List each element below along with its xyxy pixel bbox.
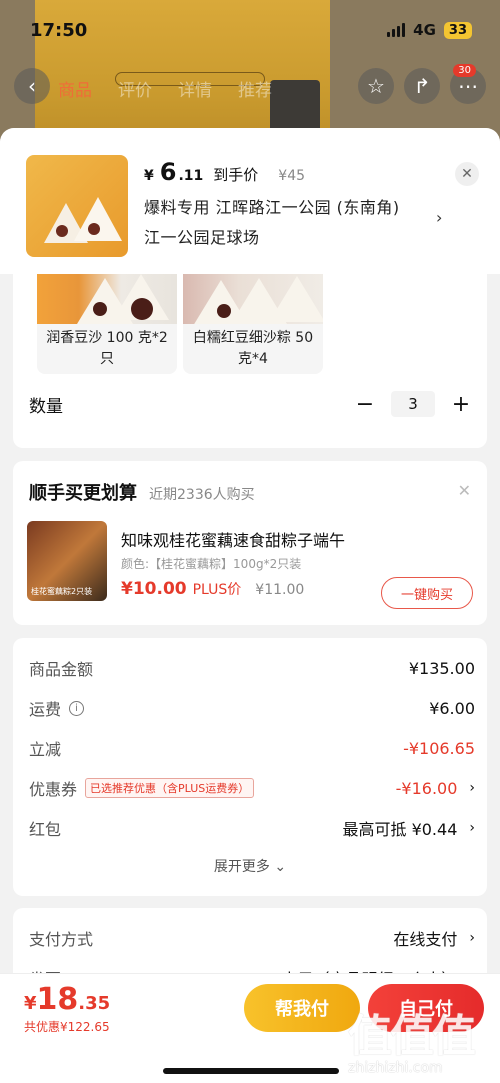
tab-recommend[interactable]: 推荐 [238, 76, 272, 101]
watermark-logo: 值值值 [348, 1011, 476, 1062]
upsell-price: ¥10.00 [121, 579, 187, 599]
quantity-row: 数量 − 3 + [29, 386, 471, 422]
upsell-thumbnail[interactable]: 桂花蜜藕粽2只装 [27, 521, 107, 601]
upsell-header: 顺手买更划算 近期2336人购买 [29, 479, 255, 505]
spec-card: 润香豆沙 100 克*2只 白糯红豆细沙粽 50 克*4 数量 − 3 + [13, 248, 487, 448]
coupon-value: -¥16.00 [395, 778, 458, 798]
home-indicator [163, 1068, 339, 1074]
battery-icon: 33 [443, 21, 472, 39]
redpacket-label: 红包 [29, 820, 62, 839]
total-savings: 共优惠¥122.65 [24, 1020, 110, 1034]
chevron-right-icon[interactable]: › [436, 208, 442, 227]
price-symbol: ¥ [144, 168, 154, 184]
close-icon[interactable]: ✕ [455, 162, 479, 186]
status-time: 17:50 [30, 19, 88, 41]
price-integer: 6 [159, 158, 177, 186]
expand-more-label: 展开更多 [213, 859, 270, 875]
one-click-buy-button[interactable]: 一键购买 [381, 577, 473, 609]
network-type: 4G [413, 21, 436, 39]
signal-icon [387, 23, 406, 37]
decrease-button[interactable]: − [355, 392, 375, 417]
payment-method-label: 支付方式 [29, 930, 94, 949]
more-badge: 30 [453, 64, 476, 77]
watermark-url: zhizhizhi.com [348, 1060, 443, 1076]
redpacket-row[interactable]: 红包 最高可抵 ¥0.44 › [29, 816, 475, 840]
goods-amount-value: ¥135.00 [408, 658, 475, 678]
discount-value: -¥106.65 [403, 738, 475, 758]
close-icon[interactable]: ✕ [458, 481, 471, 500]
upsell-card: 顺手买更划算 近期2336人购买 ✕ 桂花蜜藕粽2只装 知味观桂花蜜藕速食甜粽子… [13, 461, 487, 625]
total-price-integer: 18 [36, 982, 79, 1017]
info-icon[interactable]: i [69, 700, 85, 716]
shipping-row: 运费 i ¥6.00 [29, 696, 475, 720]
share-icon[interactable]: ↱ [404, 68, 440, 104]
product-thumbnail [26, 155, 128, 257]
coupon-label-group: 优惠券 已选推荐优惠（含PLUS运费券） [29, 776, 255, 800]
back-icon[interactable]: ‹ [14, 68, 50, 104]
shipping-label: 运费 [29, 700, 62, 719]
redpacket-value-group: 最高可抵 ¥0.44 › [342, 816, 475, 840]
status-bar: 17:50 4G 33 [0, 0, 500, 60]
shipping-value: ¥6.00 [429, 698, 475, 718]
chevron-right-icon: › [469, 820, 475, 836]
payment-method-value-group: 在线支付 › [393, 926, 475, 950]
total-price-symbol: ¥ [24, 993, 37, 1014]
shipping-label-group: 运费 i [29, 696, 85, 720]
goods-amount-row: 商品金额 ¥135.00 [29, 656, 475, 680]
quantity-value[interactable]: 3 [391, 391, 435, 417]
payment-method-value: 在线支付 [393, 930, 458, 949]
discount-row: 立减 -¥106.65 [29, 736, 475, 760]
upsell-subtitle: 近期2336人购买 [149, 487, 255, 503]
tab-goods[interactable]: 商品 [58, 76, 92, 101]
increase-button[interactable]: + [451, 392, 471, 417]
nav-tabs: 商品 评价 详情 推荐 [58, 76, 272, 101]
upsell-spec: 颜色:【桂花蜜藕粽】100g*2只装 [121, 557, 302, 571]
quantity-label: 数量 [29, 396, 63, 417]
chevron-down-icon: ⌄ [274, 859, 287, 875]
redpacket-value: 最高可抵 ¥0.44 [342, 820, 458, 839]
final-price: ¥ 6 .11 到手价 ¥45 [144, 158, 305, 186]
total-price: ¥ 18 .35 [24, 982, 110, 1017]
tab-details[interactable]: 详情 [178, 76, 212, 101]
sheet-header: ¥ 6 .11 到手价 ¥45 爆料专用 江晖路江一公园 (东南角) 江一公园足… [0, 128, 500, 274]
goods-amount-label: 商品金额 [29, 660, 94, 679]
variant-name: 润香豆沙 100 克*2只 [46, 330, 168, 367]
price-label: 到手价 [213, 166, 259, 184]
variant-name: 白糯红豆细沙粽 50 克*4 [192, 330, 314, 367]
product-nav-bar: ‹ 商品 评价 详情 推荐 ☆ ↱ ⋯ 30 [0, 64, 500, 112]
coupon-row[interactable]: 优惠券 已选推荐优惠（含PLUS运费券） -¥16.00 › [29, 776, 475, 800]
tab-reviews[interactable]: 评价 [118, 76, 152, 101]
price-decimal: .11 [178, 168, 204, 184]
help-pay-button[interactable]: 帮我付 [244, 984, 360, 1032]
total-price-decimal: .35 [78, 993, 111, 1014]
upsell-original-price: ¥11.00 [255, 582, 305, 598]
upsell-thumb-text: 桂花蜜藕粽2只装 [31, 587, 93, 596]
purchase-sheet: ¥ 6 .11 到手价 ¥45 爆料专用 江晖路江一公园 (东南角) 江一公园足… [0, 128, 500, 1083]
site-watermark: 值值值 zhizhizhi.com [348, 1000, 498, 1080]
status-indicators: 4G 33 [387, 21, 472, 39]
original-price: ¥45 [278, 168, 306, 184]
chevron-right-icon: › [469, 930, 475, 946]
address-line-2[interactable]: 江一公园足球场 [144, 224, 260, 248]
upsell-product-name[interactable]: 知味观桂花蜜藕速食甜粽子端午 [121, 527, 345, 551]
coupon-value-group: -¥16.00 › [396, 779, 475, 798]
chevron-right-icon: › [469, 780, 475, 796]
discount-label: 立减 [29, 740, 62, 759]
upsell-plus-label: PLUS价 [192, 582, 242, 598]
coupon-label: 优惠券 [29, 780, 78, 799]
upsell-price-row: ¥10.00 PLUS价 ¥11.00 [121, 579, 304, 599]
favorite-star-icon[interactable]: ☆ [358, 68, 394, 104]
payment-method-row[interactable]: 支付方式 在线支付 › [29, 926, 475, 950]
expand-more-button[interactable]: 展开更多 ⌄ [13, 856, 487, 876]
upsell-title: 顺手买更划算 [29, 483, 137, 504]
price-summary-card: 商品金额 ¥135.00 运费 i ¥6.00 立减 -¥106.65 优惠券 … [13, 638, 487, 896]
more-icon[interactable]: ⋯ 30 [450, 64, 486, 104]
quantity-stepper: − 3 + [355, 391, 471, 417]
coupon-tag: 已选推荐优惠（含PLUS运费券） [85, 778, 255, 798]
address-line-1[interactable]: 爆料专用 江晖路江一公园 (东南角) [144, 194, 400, 218]
